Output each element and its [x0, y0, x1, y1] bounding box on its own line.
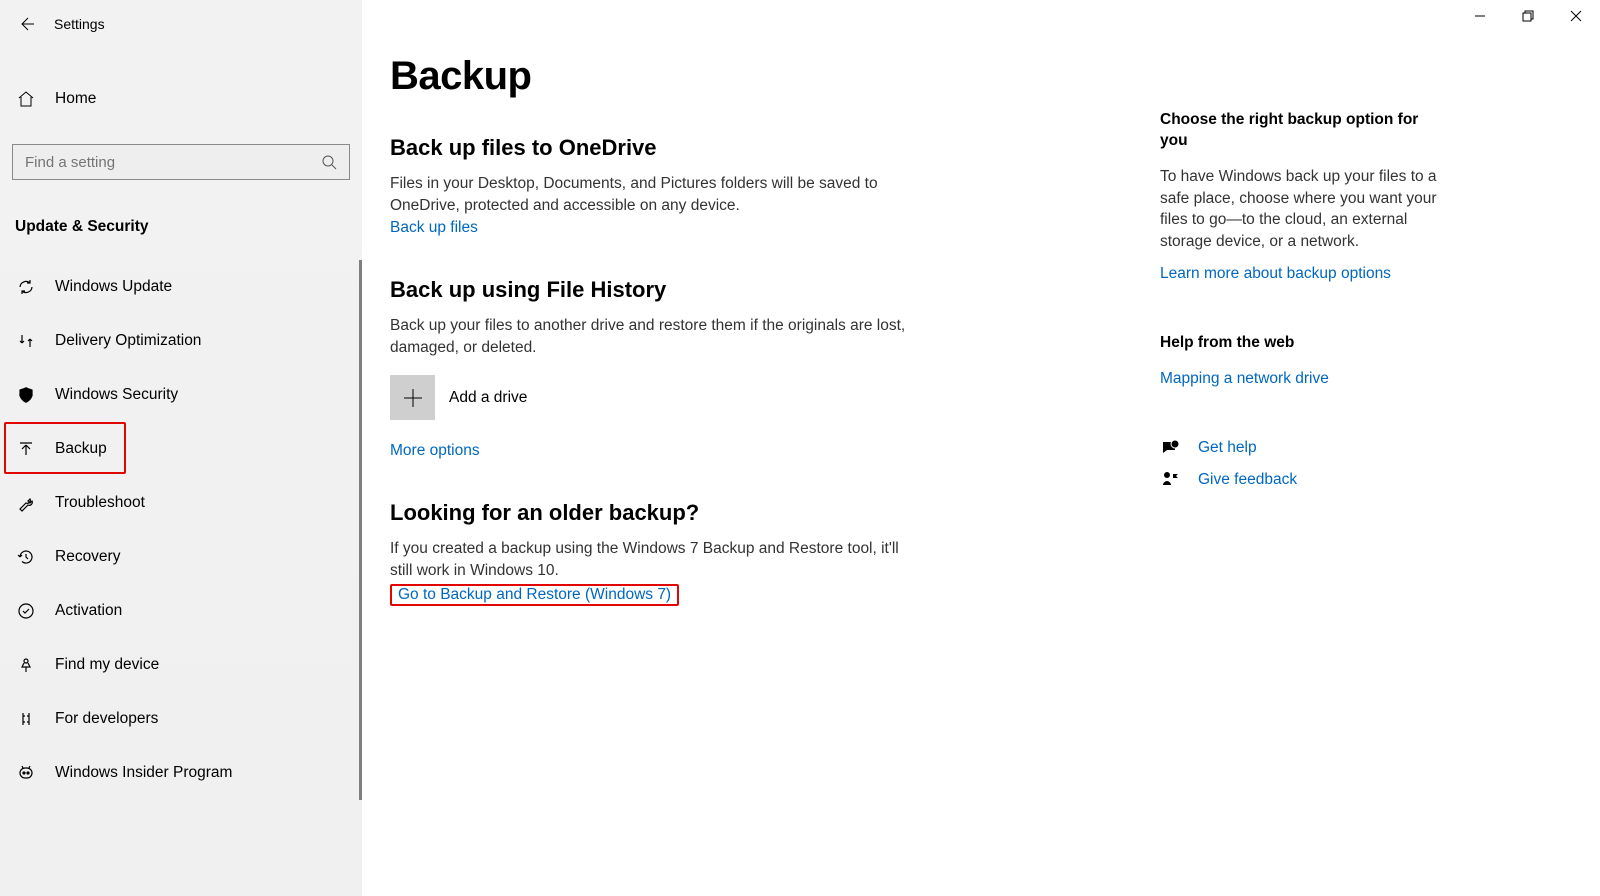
sidebar-item-label: Activation: [55, 602, 122, 620]
right-body-choose: To have Windows back up your files to a …: [1160, 166, 1450, 253]
section-onedrive: Back up files to OneDrive Files in your …: [390, 135, 1130, 237]
sidebar-item-activation[interactable]: Activation: [0, 584, 362, 638]
transfer-icon: [17, 332, 35, 350]
search-box[interactable]: [12, 144, 350, 180]
feedback-icon: [1160, 470, 1180, 490]
sidebar-item-delivery-optimization[interactable]: Delivery Optimization: [0, 314, 362, 368]
sidebar-item-troubleshoot[interactable]: Troubleshoot: [0, 476, 362, 530]
section-body-file-history: Back up your files to another drive and …: [390, 315, 910, 359]
section-heading-file-history: Back up using File History: [390, 277, 1130, 303]
right-section-help-web: Help from the web Mapping a network driv…: [1160, 333, 1450, 388]
add-drive-button[interactable]: Add a drive: [390, 375, 1130, 420]
minimize-button[interactable]: [1456, 0, 1504, 32]
sidebar-item-find-my-device[interactable]: Find my device: [0, 638, 362, 692]
upload-icon: [17, 440, 35, 458]
back-arrow-icon[interactable]: [18, 16, 34, 32]
right-section-choose: Choose the right backup option for you T…: [1160, 110, 1450, 283]
sidebar-item-windows-update[interactable]: Windows Update: [0, 260, 362, 314]
sidebar-header: Settings: [0, 2, 362, 46]
right-section-actions: Get help Give feedback: [1160, 438, 1450, 490]
chat-icon: [1160, 438, 1180, 458]
close-button[interactable]: [1552, 0, 1600, 32]
home-icon: [17, 90, 35, 108]
get-help-row[interactable]: Get help: [1160, 438, 1450, 458]
maximize-button[interactable]: [1504, 0, 1552, 32]
give-feedback-row[interactable]: Give feedback: [1160, 470, 1450, 490]
shield-icon: [17, 386, 35, 404]
section-heading-onedrive: Back up files to OneDrive: [390, 135, 1130, 161]
sidebar-item-label: Delivery Optimization: [55, 332, 201, 350]
sidebar-item-windows-security[interactable]: Windows Security: [0, 368, 362, 422]
clock-icon: [17, 548, 35, 566]
section-body-older: If you created a backup using the Window…: [390, 538, 910, 582]
window-controls: [1456, 0, 1600, 32]
right-heading-choose: Choose the right backup option for you: [1160, 110, 1450, 152]
sidebar-item-label: Windows Insider Program: [55, 764, 232, 782]
right-panel: Choose the right backup option for you T…: [1160, 54, 1450, 896]
link-get-help[interactable]: Get help: [1198, 439, 1257, 457]
page-title: Backup: [390, 54, 1130, 99]
link-give-feedback[interactable]: Give feedback: [1198, 471, 1297, 489]
check-icon: [17, 602, 35, 620]
sync-icon: [17, 278, 35, 296]
dev-icon: [17, 710, 35, 728]
link-learn-more-backup[interactable]: Learn more about backup options: [1160, 265, 1391, 283]
sidebar-item-backup[interactable]: Backup: [0, 422, 362, 476]
sidebar-item-recovery[interactable]: Recovery: [0, 530, 362, 584]
sidebar-nav-list: Windows Update Delivery Optimization Win…: [0, 260, 362, 800]
main-area: Backup Back up files to OneDrive Files i…: [362, 0, 1600, 896]
section-older-backup: Looking for an older backup? If you crea…: [390, 500, 1130, 606]
sidebar-item-label: Windows Update: [55, 278, 172, 296]
sidebar-item-for-developers[interactable]: For developers: [0, 692, 362, 746]
pin-icon: [17, 656, 35, 674]
link-back-up-files[interactable]: Back up files: [390, 219, 478, 237]
sidebar-item-label: Troubleshoot: [55, 494, 145, 512]
add-drive-label: Add a drive: [449, 389, 527, 407]
link-mapping-network-drive[interactable]: Mapping a network drive: [1160, 370, 1329, 388]
sidebar-category-header: Update & Security: [15, 218, 362, 236]
sidebar-home-label: Home: [55, 90, 96, 108]
wrench-icon: [17, 494, 35, 512]
sidebar: Settings Home Update & Security Windows …: [0, 0, 362, 896]
insider-icon: [17, 764, 35, 782]
right-heading-help-web: Help from the web: [1160, 333, 1450, 354]
sidebar-item-label: Backup: [55, 440, 107, 458]
plus-icon: [390, 375, 435, 420]
link-backup-restore-win7[interactable]: Go to Backup and Restore (Windows 7): [398, 586, 671, 604]
window-title: Settings: [54, 16, 105, 32]
link-more-options[interactable]: More options: [390, 442, 480, 460]
content-column: Backup Back up files to OneDrive Files i…: [390, 54, 1130, 896]
section-heading-older: Looking for an older backup?: [390, 500, 1130, 526]
annotation-highlight-restore-link: Go to Backup and Restore (Windows 7): [390, 584, 679, 606]
sidebar-item-label: Windows Security: [55, 386, 178, 404]
sidebar-item-label: Recovery: [55, 548, 120, 566]
section-file-history: Back up using File History Back up your …: [390, 277, 1130, 460]
sidebar-item-windows-insider[interactable]: Windows Insider Program: [0, 746, 362, 800]
sidebar-item-label: For developers: [55, 710, 158, 728]
section-body-onedrive: Files in your Desktop, Documents, and Pi…: [390, 173, 910, 217]
sidebar-item-label: Find my device: [55, 656, 159, 674]
search-input[interactable]: [25, 154, 321, 171]
selection-indicator: [359, 260, 362, 800]
search-icon: [321, 154, 337, 170]
sidebar-home[interactable]: Home: [0, 72, 362, 126]
